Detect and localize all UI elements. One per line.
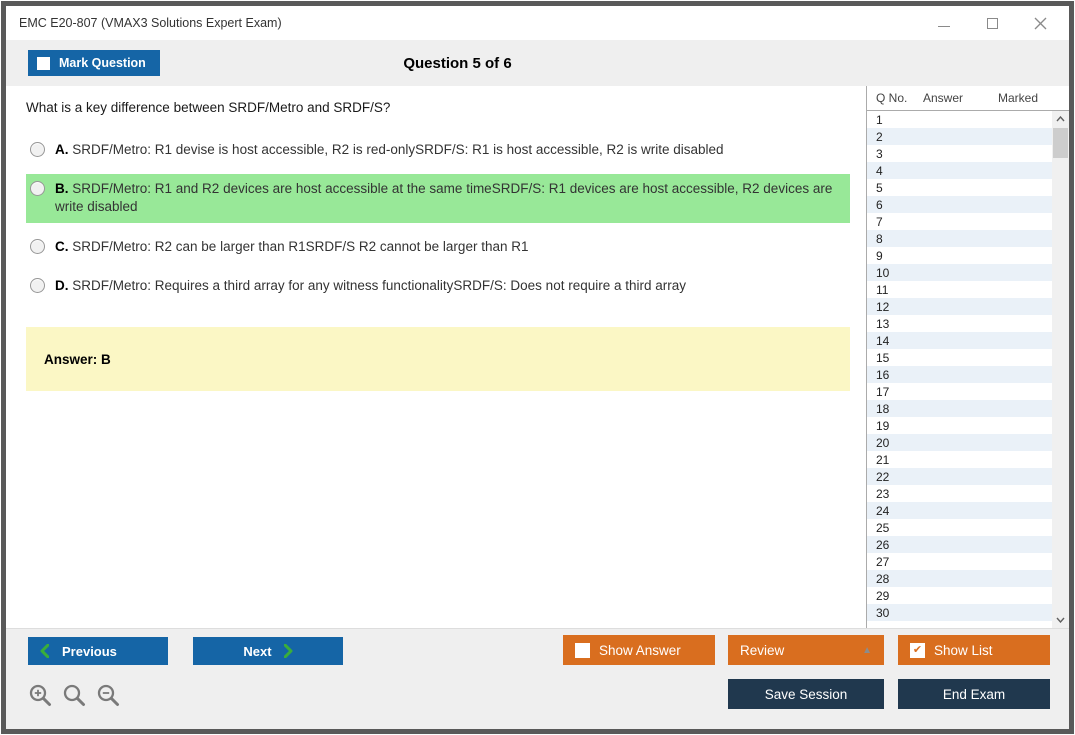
show-list-button[interactable]: ✔ Show List <box>898 635 1050 665</box>
question-list-row[interactable]: 28 <box>867 570 1052 587</box>
end-exam-button[interactable]: End Exam <box>898 679 1050 709</box>
close-button[interactable] <box>1029 12 1051 34</box>
close-icon <box>1034 17 1046 29</box>
question-list-row[interactable]: 13 <box>867 315 1052 332</box>
question-list-row[interactable]: 8 <box>867 230 1052 247</box>
answer-box: Answer: B <box>26 327 850 392</box>
end-exam-label: End Exam <box>942 686 1006 702</box>
radio-button-a[interactable] <box>30 142 45 157</box>
show-list-checkbox[interactable]: ✔ <box>910 642 925 658</box>
question-list-row[interactable]: 3 <box>867 145 1052 162</box>
title-bar: EMC E20-807 (VMAX3 Solutions Expert Exam… <box>6 6 1069 40</box>
question-panel: What is a key difference between SRDF/Me… <box>6 86 866 628</box>
minimize-button[interactable] <box>933 12 955 34</box>
question-list-row[interactable]: 27 <box>867 553 1052 570</box>
question-list-row[interactable]: 4 <box>867 162 1052 179</box>
question-list-row[interactable]: 30 <box>867 604 1052 621</box>
question-list-header: Q No. Answer Marked <box>867 86 1069 111</box>
option-letter: D. <box>55 277 69 293</box>
save-session-button[interactable]: Save Session <box>728 679 884 709</box>
save-session-label: Save Session <box>764 686 848 702</box>
content-area: What is a key difference between SRDF/Me… <box>6 86 1069 628</box>
option-letter: C. <box>55 238 69 254</box>
show-list-label: Show List <box>934 642 993 658</box>
radio-button-b[interactable] <box>30 181 45 197</box>
question-list-row[interactable]: 11 <box>867 281 1052 298</box>
question-list-body: 1 2 3 4 5 6 7 8 9 10 11 12 13 14 15 16 17 18 19 20 21 22 23 24 2… <box>867 111 1052 628</box>
question-list-row[interactable]: 5 <box>867 179 1052 196</box>
question-list-row[interactable]: 9 <box>867 247 1052 264</box>
question-list-row[interactable]: 1 <box>867 111 1052 128</box>
question-list-row[interactable]: 6 <box>867 196 1052 213</box>
question-list-row[interactable]: 18 <box>867 400 1052 417</box>
header-bar: ✔ Mark Question Question 5 of 6 <box>6 40 1069 86</box>
footer-bar: Previous Next ✔ Show Answer Review ▲ ✔ S… <box>6 628 1069 729</box>
option-d[interactable]: D. SRDF/Metro: Requires a third array fo… <box>26 271 850 301</box>
question-list-scrollbar[interactable] <box>1052 111 1069 628</box>
magnifier-icon[interactable] <box>62 683 87 708</box>
option-letter: B. <box>55 181 69 197</box>
option-letter: A. <box>55 142 69 157</box>
column-answer: Answer <box>923 91 964 105</box>
column-q-no: Q No. <box>876 91 908 105</box>
question-list-row[interactable]: 2 <box>867 128 1052 145</box>
show-answer-label: Show Answer <box>599 642 681 658</box>
maximize-button[interactable] <box>981 12 1003 34</box>
column-marked: Marked <box>998 91 1039 105</box>
previous-button[interactable]: Previous <box>28 637 168 665</box>
zoom-out-icon[interactable] <box>96 683 121 708</box>
question-list-panel: Q No. Answer Marked 1 2 3 4 5 6 7 8 9 10 11 12 13 14 1… <box>866 86 1069 628</box>
question-list-row[interactable]: 22 <box>867 468 1052 485</box>
question-list-row[interactable]: 12 <box>867 298 1052 315</box>
chevron-left-icon <box>40 644 49 658</box>
caret-up-icon: ▲ <box>862 644 872 656</box>
next-button[interactable]: Next <box>193 637 343 665</box>
question-list-row[interactable]: 20 <box>867 434 1052 451</box>
question-list-row[interactable]: 14 <box>867 332 1052 349</box>
previous-label: Previous <box>62 643 117 659</box>
option-b[interactable]: B. SRDF/Metro: R1 and R2 devices are hos… <box>26 174 850 223</box>
option-a[interactable]: A. SRDF/Metro: R1 devise is host accessi… <box>26 135 850 165</box>
review-button[interactable]: Review ▲ <box>728 635 884 665</box>
review-label: Review <box>740 642 785 658</box>
radio-button-d[interactable] <box>30 277 45 293</box>
question-text: What is a key difference between SRDF/Me… <box>26 100 391 115</box>
show-answer-checkbox[interactable]: ✔ <box>575 642 590 658</box>
question-list-row[interactable]: 10 <box>867 264 1052 281</box>
scroll-up-icon[interactable] <box>1052 111 1069 127</box>
option-c[interactable]: C. SRDF/Metro: R2 can be larger than R1S… <box>26 232 850 262</box>
question-list-row[interactable]: 25 <box>867 519 1052 536</box>
zoom-toolbar <box>28 683 121 708</box>
exam-window: EMC E20-807 (VMAX3 Solutions Expert Exam… <box>1 1 1074 734</box>
radio-button-c[interactable] <box>30 238 45 254</box>
option-a-text: A. SRDF/Metro: R1 devise is host accessi… <box>55 142 724 157</box>
minimize-icon <box>938 25 950 27</box>
next-label: Next <box>243 643 272 659</box>
zoom-in-icon[interactable] <box>28 683 53 708</box>
question-list-row[interactable]: 29 <box>867 587 1052 604</box>
question-list-row[interactable]: 19 <box>867 417 1052 434</box>
question-list-row[interactable]: 15 <box>867 349 1052 366</box>
question-list-row[interactable]: 7 <box>867 213 1052 230</box>
question-list-row[interactable]: 24 <box>867 502 1052 519</box>
question-list-row[interactable]: 16 <box>867 366 1052 383</box>
question-list-row[interactable]: 26 <box>867 536 1052 553</box>
maximize-icon <box>986 17 998 29</box>
option-c-text: C. SRDF/Metro: R2 can be larger than R1S… <box>55 238 529 254</box>
option-d-text: D. SRDF/Metro: Requires a third array fo… <box>55 277 687 293</box>
question-list-row[interactable]: 23 <box>867 485 1052 502</box>
scrollbar-thumb[interactable] <box>1053 128 1068 158</box>
options-list: A. SRDF/Metro: R1 devise is host accessi… <box>6 135 866 301</box>
show-answer-button[interactable]: ✔ Show Answer <box>563 635 715 665</box>
question-list-row[interactable]: 21 <box>867 451 1052 468</box>
window-title: EMC E20-807 (VMAX3 Solutions Expert Exam… <box>19 16 282 30</box>
window-controls <box>933 6 1051 40</box>
question-list-row[interactable]: 17 <box>867 383 1052 400</box>
chevron-right-icon <box>283 644 293 658</box>
option-b-text: B. SRDF/Metro: R1 and R2 devices are hos… <box>55 181 833 215</box>
scroll-down-icon[interactable] <box>1052 612 1069 628</box>
question-counter: Question 5 of 6 <box>403 54 512 72</box>
